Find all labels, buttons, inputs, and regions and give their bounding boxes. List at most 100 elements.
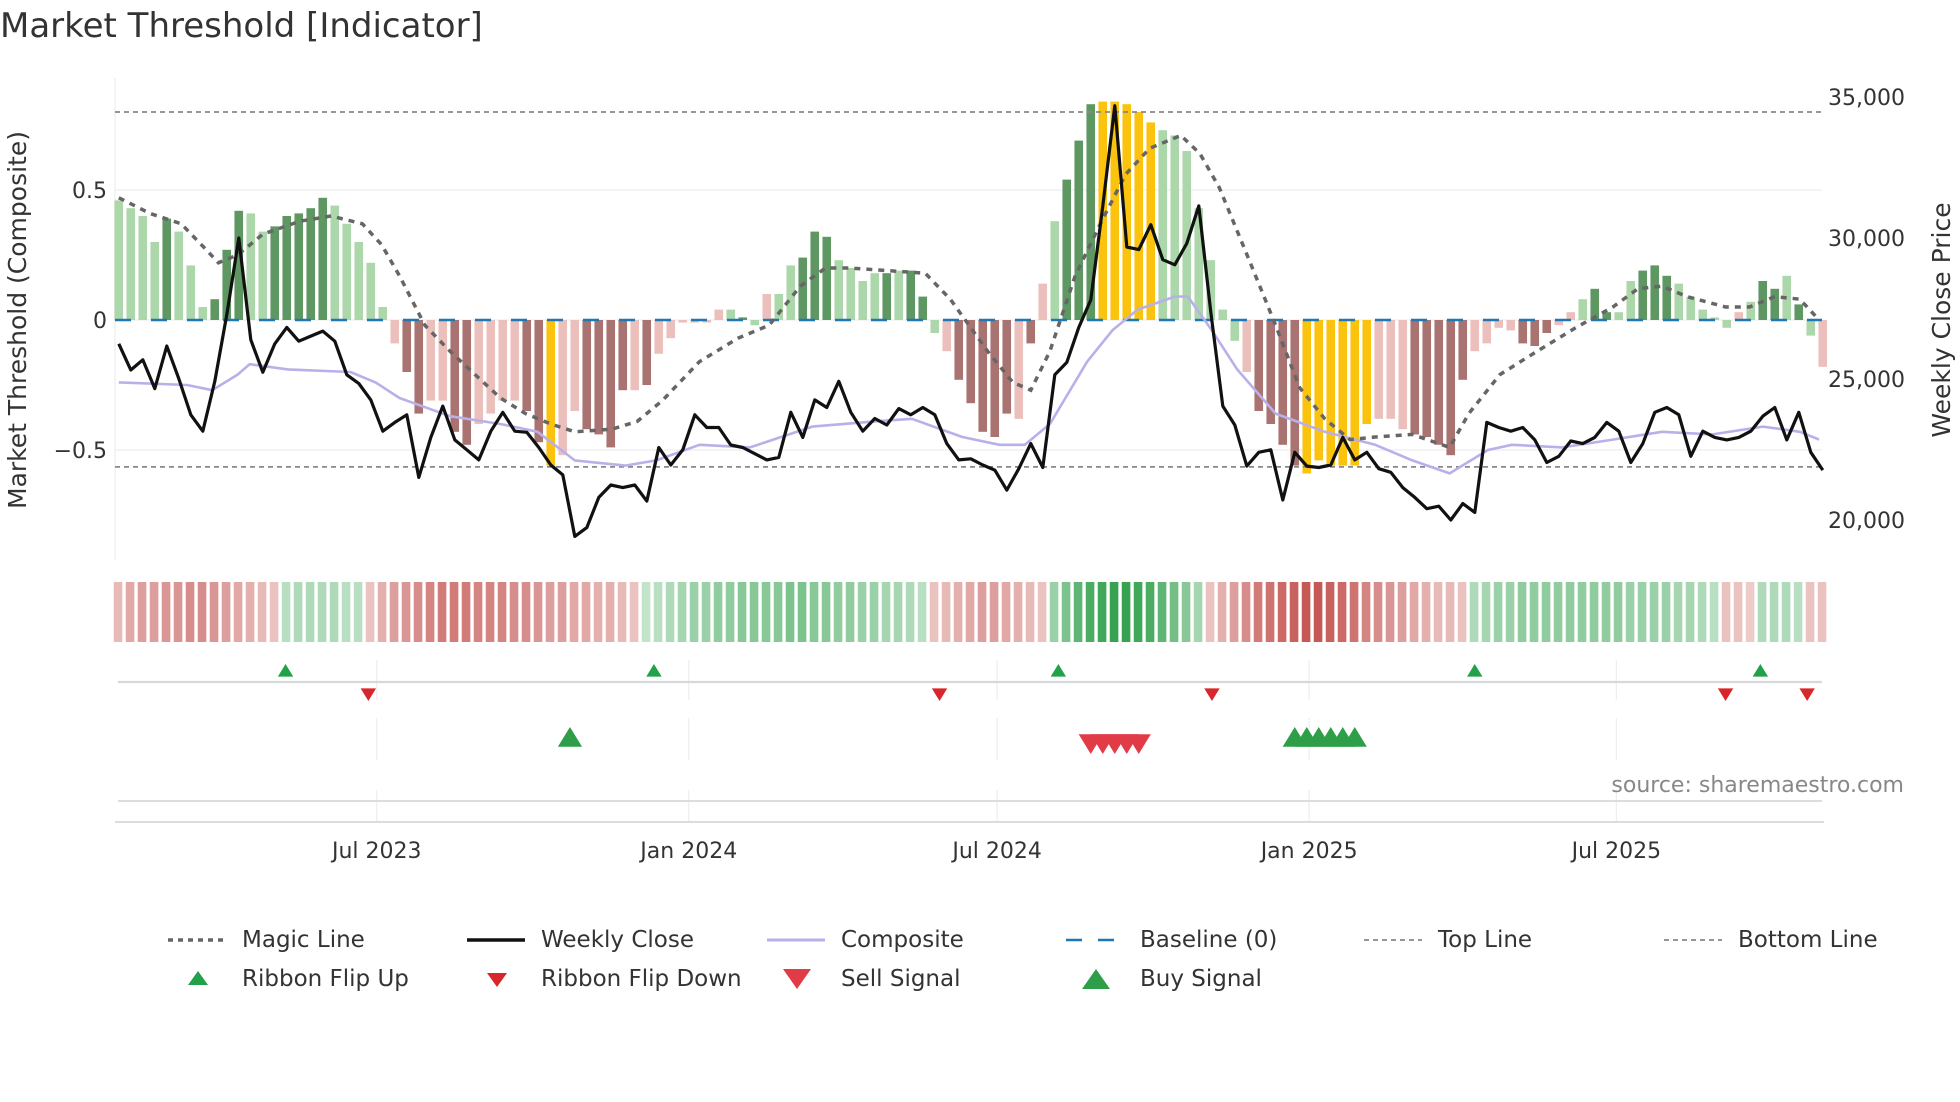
ribbon-cell [773, 582, 783, 642]
composite-bar [642, 320, 652, 385]
composite-bar [858, 281, 868, 320]
composite-bar [1410, 320, 1420, 435]
legend-triangle-up-small-icon [188, 971, 208, 985]
ribbon-cell [821, 582, 831, 642]
ribbon-cell [1601, 582, 1611, 642]
ribbon-cell [1481, 582, 1491, 642]
ribbon-cell [1757, 582, 1767, 642]
legend-triangle-down-large-icon [783, 969, 811, 989]
legend-item: Ribbon Flip Down [465, 964, 742, 994]
legend-thin-dashed-line-icon [1664, 939, 1722, 941]
left-tick-label: 0.5 [72, 179, 107, 204]
composite-bar [1626, 281, 1636, 320]
ribbon-cell [1457, 582, 1467, 642]
composite-bar [1422, 320, 1432, 437]
ribbon-cell [1685, 582, 1695, 642]
legend-label: Sell Signal [841, 966, 961, 992]
composite-bar [402, 320, 412, 372]
composite-bar [150, 242, 160, 320]
ribbon-cell [293, 582, 303, 642]
legend-label: Buy Signal [1140, 966, 1262, 992]
ribbon-cell [305, 582, 315, 642]
legend-thin-dashed-line-icon [1364, 939, 1422, 941]
ribbon-cell [1001, 582, 1011, 642]
ribbon-cell [1517, 582, 1527, 642]
right-tick-label: 30,000 [1828, 227, 1905, 252]
ribbon-cell [221, 582, 231, 642]
composite-bar [138, 216, 148, 320]
ribbon-cell [581, 582, 591, 642]
ribbon-cell [557, 582, 567, 642]
ribbon-cell [137, 582, 147, 642]
legend-item: Ribbon Flip Up [166, 964, 409, 994]
composite-bar [726, 309, 736, 320]
ribbon-cell [257, 582, 267, 642]
ribbon-cell [533, 582, 543, 642]
ribbon-cell [1157, 582, 1167, 642]
legend-item: Composite [765, 925, 964, 955]
composite-bar [270, 226, 280, 320]
x-tick-label: Jan 2024 [638, 839, 737, 864]
composite-bar [258, 231, 268, 320]
composite-bar [1686, 296, 1696, 320]
ribbon-cell [737, 582, 747, 642]
composite-bar [282, 216, 292, 320]
left-tick-label: 0 [93, 309, 107, 334]
composite-bar [1398, 320, 1408, 430]
ribbon-cell [1553, 582, 1563, 642]
ribbon-cell [329, 582, 339, 642]
ribbon-cell [1673, 582, 1683, 642]
x-tick-label: Jul 2023 [330, 839, 422, 864]
composite-bar [474, 320, 484, 424]
composite-bar [942, 320, 952, 352]
composite-bar [186, 265, 196, 320]
ribbon-flip-up-marker [1752, 664, 1769, 677]
composite-bar [1050, 221, 1060, 320]
ribbon-cell [281, 582, 291, 642]
ribbon-cell [113, 582, 123, 642]
ribbon-cell [1109, 582, 1119, 642]
ribbon-flip-down-marker [1204, 688, 1220, 701]
ribbon-cell [1205, 582, 1215, 642]
composite-bar [846, 268, 856, 320]
ribbon-cell [953, 582, 963, 642]
legend-item: Magic Line [166, 925, 365, 955]
composite-bar [750, 320, 760, 326]
composite-bar [954, 320, 964, 380]
ribbon-cell [1733, 582, 1743, 642]
ribbon-cell [1349, 582, 1359, 642]
composite-bar [822, 236, 832, 320]
composite-bar [1446, 320, 1456, 456]
ribbon-cell [173, 582, 183, 642]
ribbon-cell [1133, 582, 1143, 642]
ribbon-cell [149, 582, 159, 642]
ribbon-cell [461, 582, 471, 642]
legend-label: Baseline (0) [1140, 927, 1278, 953]
legend-triangle-down-small-icon [487, 973, 507, 987]
left-tick-label: −0.5 [54, 439, 107, 464]
composite-bar [1614, 312, 1624, 320]
legend-item: Baseline (0) [1064, 925, 1277, 955]
composite-bar [918, 296, 928, 320]
composite-bar [1518, 320, 1528, 344]
composite-bar [678, 320, 688, 323]
composite-bar [1374, 320, 1384, 419]
x-tick-label: Jul 2025 [1570, 839, 1662, 864]
ribbon-cell [341, 582, 351, 642]
ribbon-cell [1541, 582, 1551, 642]
composite-bar [498, 320, 508, 401]
composite-bar [1662, 275, 1672, 320]
composite-bar [990, 320, 1000, 437]
ribbon-cell [1037, 582, 1047, 642]
composite-bar [1794, 304, 1804, 320]
ribbon-cell [1193, 582, 1203, 642]
composite-bar [1506, 320, 1516, 331]
composite-bar [1242, 320, 1252, 372]
composite-bar [906, 270, 916, 320]
ribbon-cell [1745, 582, 1755, 642]
legend-item: Bottom Line [1662, 925, 1878, 955]
ribbon-cell [1373, 582, 1383, 642]
ribbon-cell [749, 582, 759, 642]
ribbon-cell [353, 582, 363, 642]
ribbon-cell [689, 582, 699, 642]
